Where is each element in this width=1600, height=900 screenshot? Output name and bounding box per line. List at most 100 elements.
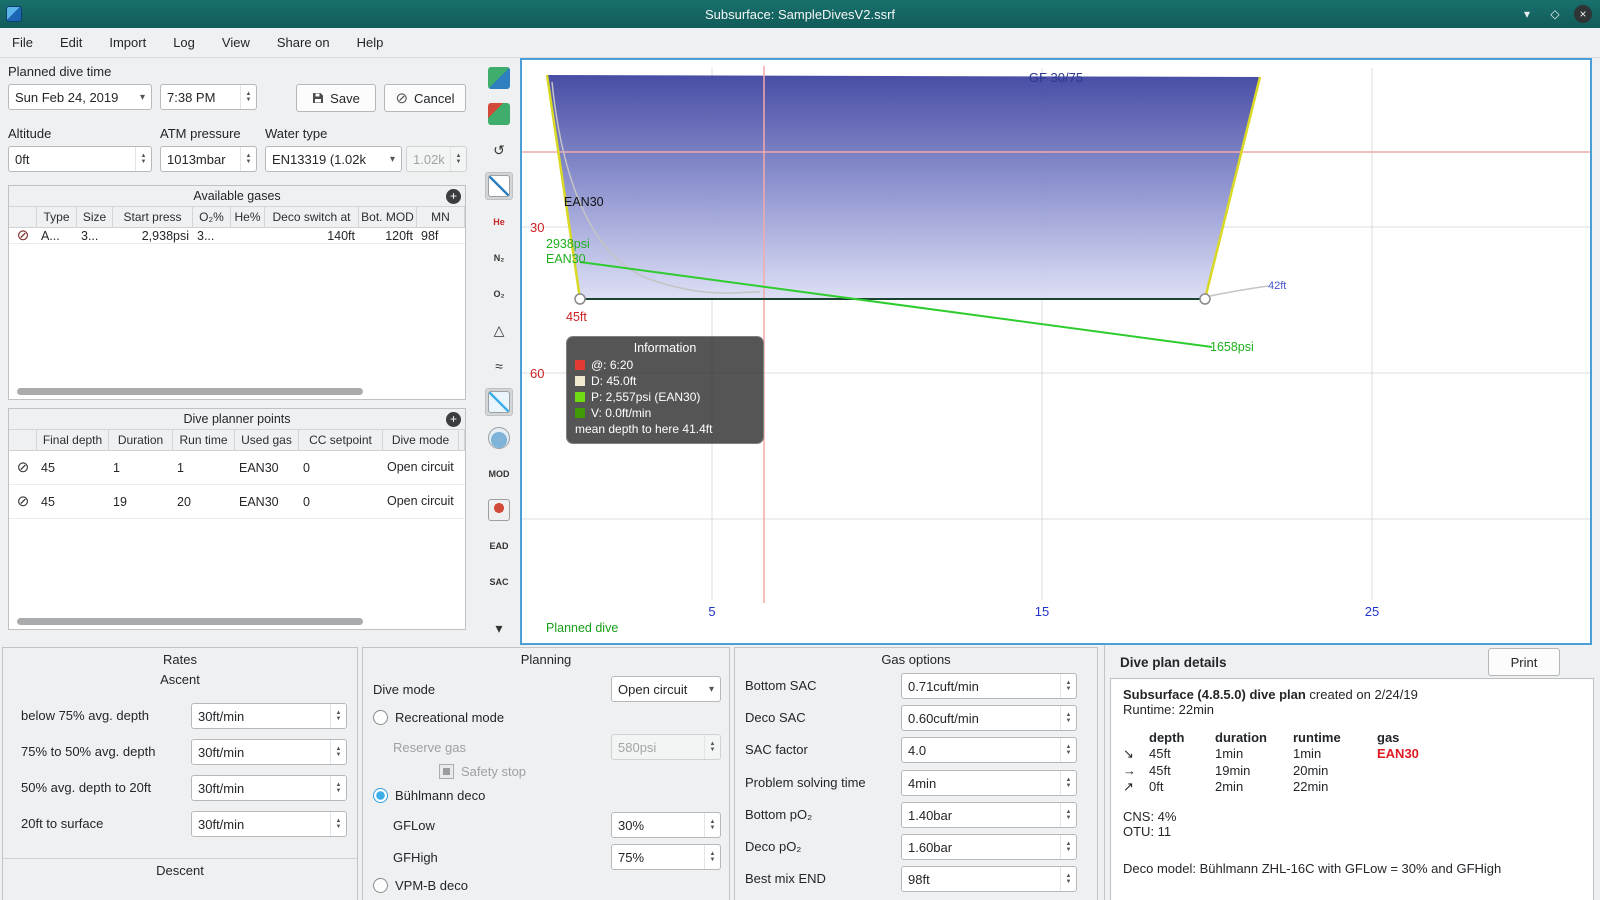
col-used-gas[interactable]: Used gas [235, 430, 299, 450]
ascent-rate-50-spinner[interactable]: 30ft/min ▲ ▼ [191, 739, 347, 765]
add-gas-button[interactable]: + [446, 189, 461, 204]
sac-rate-icon[interactable] [485, 496, 513, 524]
close-icon[interactable]: × [1574, 5, 1592, 23]
col-cc-setpoint[interactable]: CC setpoint [299, 430, 383, 450]
point-mode-cell[interactable]: Open circuit [383, 485, 459, 518]
cancel-button[interactable]: ⊘ Cancel [384, 84, 466, 112]
gflow-spinner[interactable]: 30% ▲ ▼ [611, 812, 721, 838]
dive-date-select[interactable]: Sun Feb 24, 2019 ▾ [8, 84, 152, 110]
dive-profile-chart[interactable]: GF 30/75 30 60 5 15 25 EAN30 2938psi EAN… [520, 58, 1592, 645]
spinner-arrows-icon[interactable]: ▲ ▼ [330, 776, 346, 800]
col-o2[interactable]: O₂% [193, 207, 231, 227]
mod-toggle-icon[interactable]: MOD [485, 460, 513, 488]
spinner-arrows-icon[interactable]: ▲ ▼ [1060, 771, 1076, 795]
helium-toggle-icon[interactable]: He [485, 208, 513, 236]
save-plan-icon[interactable] [485, 100, 513, 128]
gas-decoswitch-cell[interactable]: 140ft [265, 228, 359, 243]
deco-sac-spinner[interactable]: 0.60cuft/min ▲ ▼ [901, 705, 1077, 731]
point-setpoint-cell[interactable]: 0 [299, 485, 383, 518]
gas-startpress-cell[interactable]: 2,938psi [113, 228, 193, 243]
save-button[interactable]: Save [296, 84, 376, 112]
profile-handle[interactable] [574, 293, 586, 305]
point-runtime-cell[interactable]: 20 [173, 485, 235, 518]
spinner-arrows-icon[interactable]: ▲ ▼ [240, 85, 256, 109]
menu-import[interactable]: Import [109, 35, 146, 50]
dive-time-spinner[interactable]: 7:38 PM ▲ ▼ [160, 84, 257, 110]
dive-point-row[interactable]: ⊘ 45 19 20 EAN30 0 Open circuit [9, 485, 465, 519]
point-gas-cell[interactable]: EAN30 [235, 451, 299, 484]
best-mix-end-spinner[interactable]: 98ft ▲ ▼ [901, 866, 1077, 892]
radio-buhlmann[interactable] [373, 788, 388, 803]
spinner-arrows-icon[interactable]: ▲ ▼ [330, 740, 346, 764]
vpmb-deco-option[interactable]: VPM-B deco [373, 878, 468, 893]
maximize-icon[interactable]: ◇ [1546, 5, 1564, 23]
print-button[interactable]: Print [1488, 648, 1560, 676]
point-depth-cell[interactable]: 45 [37, 485, 109, 518]
spinner-arrows-icon[interactable]: ▲ ▼ [1060, 867, 1076, 891]
dive-point-row[interactable]: ⊘ 45 1 1 EAN30 0 Open circuit [9, 451, 465, 485]
point-setpoint-cell[interactable]: 0 [299, 451, 383, 484]
ascent-rate-20ft-spinner[interactable]: 30ft/min ▲ ▼ [191, 775, 347, 801]
gas-he-cell[interactable] [231, 228, 265, 243]
ceiling-toggle-icon[interactable]: △ [485, 316, 513, 344]
dive-planner-icon[interactable] [485, 64, 513, 92]
deco-po2-spinner[interactable]: 1.60bar ▲ ▼ [901, 834, 1077, 860]
heartrate-toggle-icon[interactable]: ≈ [485, 352, 513, 380]
spinner-arrows-icon[interactable]: ▲ ▼ [1060, 803, 1076, 827]
col-mnd[interactable]: MN [417, 207, 465, 227]
points-horizontal-scrollbar[interactable] [17, 618, 363, 625]
dive-mode-select[interactable]: Open circuit ▾ [611, 676, 721, 702]
profile-toggle-icon[interactable] [485, 172, 513, 200]
ascent-rate-surface-spinner[interactable]: 30ft/min ▲ ▼ [191, 811, 347, 837]
col-final-depth[interactable]: Final depth [37, 430, 109, 450]
bottom-sac-spinner[interactable]: 0.71cuft/min ▲ ▼ [901, 673, 1077, 699]
spinner-arrows-icon[interactable]: ▲ ▼ [1060, 835, 1076, 859]
col-deco-switch[interactable]: Deco switch at [265, 207, 359, 227]
recreational-mode-option[interactable]: Recreational mode [373, 710, 504, 725]
spinner-arrows-icon[interactable]: ▲ ▼ [240, 147, 256, 171]
col-start-press[interactable]: Start press [113, 207, 193, 227]
menu-file[interactable]: File [12, 35, 33, 50]
gas-type-cell[interactable]: A... [37, 228, 77, 243]
menu-view[interactable]: View [222, 35, 250, 50]
nitrogen-toggle-icon[interactable]: N₂ [485, 244, 513, 272]
profile-handle[interactable] [1199, 293, 1211, 305]
spinner-arrows-icon[interactable]: ▲ ▼ [1060, 706, 1076, 730]
ascent-rate-75-spinner[interactable]: 30ft/min ▲ ▼ [191, 703, 347, 729]
gas-botmod-cell[interactable]: 120ft [359, 228, 417, 243]
gas-size-cell[interactable]: 3... [77, 228, 113, 243]
col-size[interactable]: Size [77, 207, 113, 227]
col-he[interactable]: He% [231, 207, 265, 227]
gas-row[interactable]: ⊘ A... 3... 2,938psi 3... 140ft 120ft 98… [9, 228, 465, 244]
spinner-arrows-icon[interactable]: ▲ ▼ [330, 812, 346, 836]
radio-recreational[interactable] [373, 710, 388, 725]
bottom-po2-spinner[interactable]: 1.40bar ▲ ▼ [901, 802, 1077, 828]
point-depth-cell[interactable]: 45 [37, 451, 109, 484]
col-duration[interactable]: Duration [109, 430, 173, 450]
cylinder-use-icon[interactable]: ⊘ [17, 228, 30, 243]
point-runtime-cell[interactable]: 1 [173, 451, 235, 484]
menu-log[interactable]: Log [173, 35, 195, 50]
delete-point-icon[interactable]: ⊘ [17, 460, 30, 475]
buhlmann-deco-option[interactable]: Bühlmann deco [373, 788, 485, 803]
sac-toggle-icon[interactable]: SAC [485, 568, 513, 596]
point-mode-cell[interactable]: Open circuit [383, 451, 459, 484]
water-type-select[interactable]: EN13319 (1.02k ▾ [265, 146, 402, 172]
menu-help[interactable]: Help [357, 35, 384, 50]
oxygen-toggle-icon[interactable]: O₂ [485, 280, 513, 308]
gas-flask-icon[interactable] [485, 424, 513, 452]
add-dive-point-button[interactable]: + [446, 412, 461, 427]
spinner-arrows-icon[interactable]: ▲ ▼ [330, 704, 346, 728]
minimize-icon[interactable]: ▾ [1518, 5, 1536, 23]
atm-pressure-spinner[interactable]: 1013mbar ▲ ▼ [160, 146, 257, 172]
point-duration-cell[interactable]: 1 [109, 451, 173, 484]
spinner-arrows-icon[interactable]: ▲ ▼ [704, 845, 720, 869]
altitude-spinner[interactable]: 0ft ▲ ▼ [8, 146, 152, 172]
more-tools-icon[interactable]: ▾ [485, 614, 513, 642]
menu-edit[interactable]: Edit [60, 35, 82, 50]
ead-toggle-icon[interactable]: EAD [485, 532, 513, 560]
point-gas-cell[interactable]: EAN30 [235, 485, 299, 518]
menu-share-on[interactable]: Share on [277, 35, 330, 50]
problem-time-spinner[interactable]: 4min ▲ ▼ [901, 770, 1077, 796]
gas-mnd-cell[interactable]: 98f [417, 228, 465, 243]
